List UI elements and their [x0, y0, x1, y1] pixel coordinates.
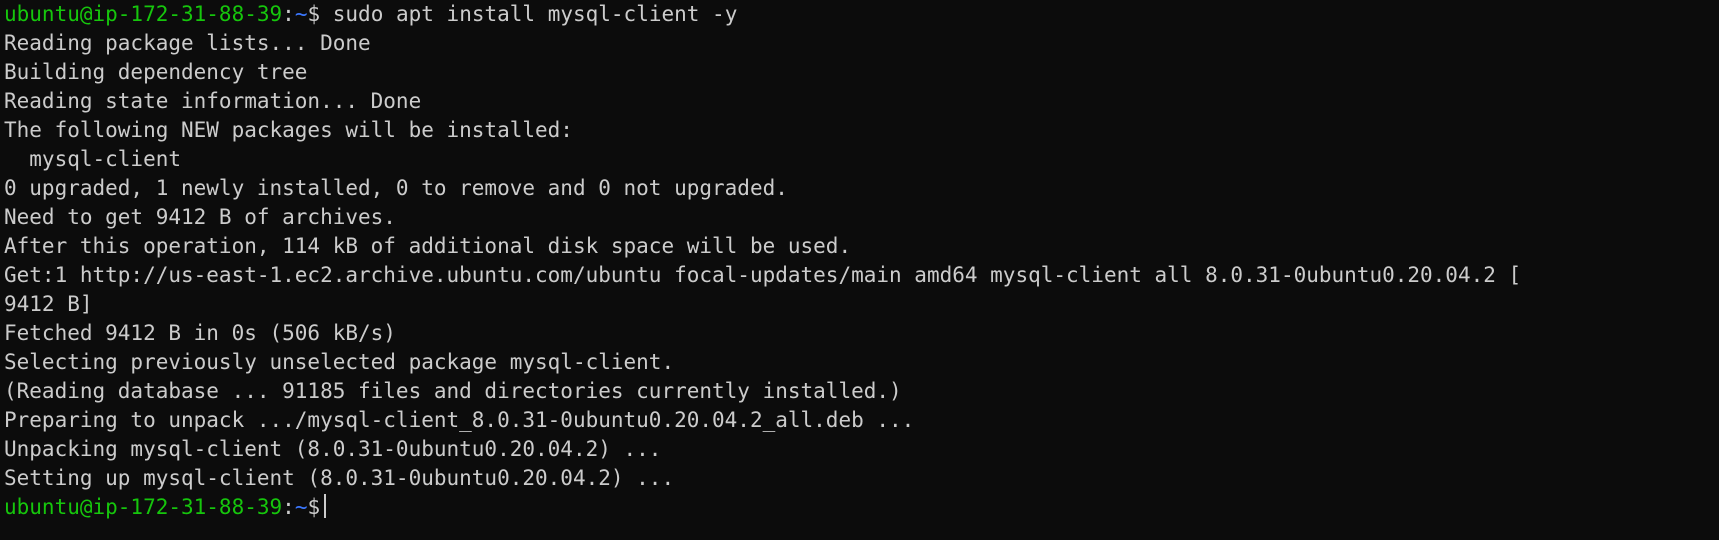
prompt-user-host: ubuntu@ip-172-31-88-39 [4, 2, 283, 26]
command-line: ubuntu@ip-172-31-88-39:~$ sudo apt insta… [4, 0, 1719, 29]
prompt-symbol: $ [307, 2, 321, 26]
output-line: Reading package lists... Done [4, 31, 371, 55]
command-text: sudo apt install mysql-client -y [320, 2, 738, 26]
output-line: Selecting previously unselected package … [4, 350, 675, 374]
prompt-symbol: $ [307, 495, 321, 519]
output-line: Setting up mysql-client (8.0.31-0ubuntu0… [4, 466, 675, 490]
terminal-window[interactable]: ubuntu@ip-172-31-88-39:~$ sudo apt insta… [0, 0, 1719, 540]
prompt-path: ~ [294, 495, 308, 519]
output-line: mysql-client [4, 147, 182, 171]
output-line: The following NEW packages will be insta… [4, 118, 573, 142]
output-line: Fetched 9412 B in 0s (506 kB/s) [4, 321, 396, 345]
text-cursor [324, 494, 327, 518]
active-prompt-line[interactable]: ubuntu@ip-172-31-88-39:~$ [4, 493, 1719, 522]
output-line: Need to get 9412 B of archives. [4, 205, 396, 229]
output-line: Preparing to unpack .../mysql-client_8.0… [4, 408, 915, 432]
output-line: After this operation, 114 kB of addition… [4, 234, 852, 258]
output-line: (Reading database ... 91185 files and di… [4, 379, 902, 403]
prompt-path: ~ [294, 2, 308, 26]
output-line: Get:1 http://us-east-1.ec2.archive.ubunt… [4, 263, 1522, 287]
prompt-separator: : [282, 495, 295, 519]
prompt-separator: : [282, 2, 295, 26]
prompt-user-host: ubuntu@ip-172-31-88-39 [4, 495, 283, 519]
output-line: 9412 B] [4, 292, 93, 316]
output-line: 0 upgraded, 1 newly installed, 0 to remo… [4, 176, 788, 200]
output-line: Building dependency tree [4, 60, 308, 84]
output-line: Unpacking mysql-client (8.0.31-0ubuntu0.… [4, 437, 662, 461]
output-line: Reading state information... Done [4, 89, 422, 113]
